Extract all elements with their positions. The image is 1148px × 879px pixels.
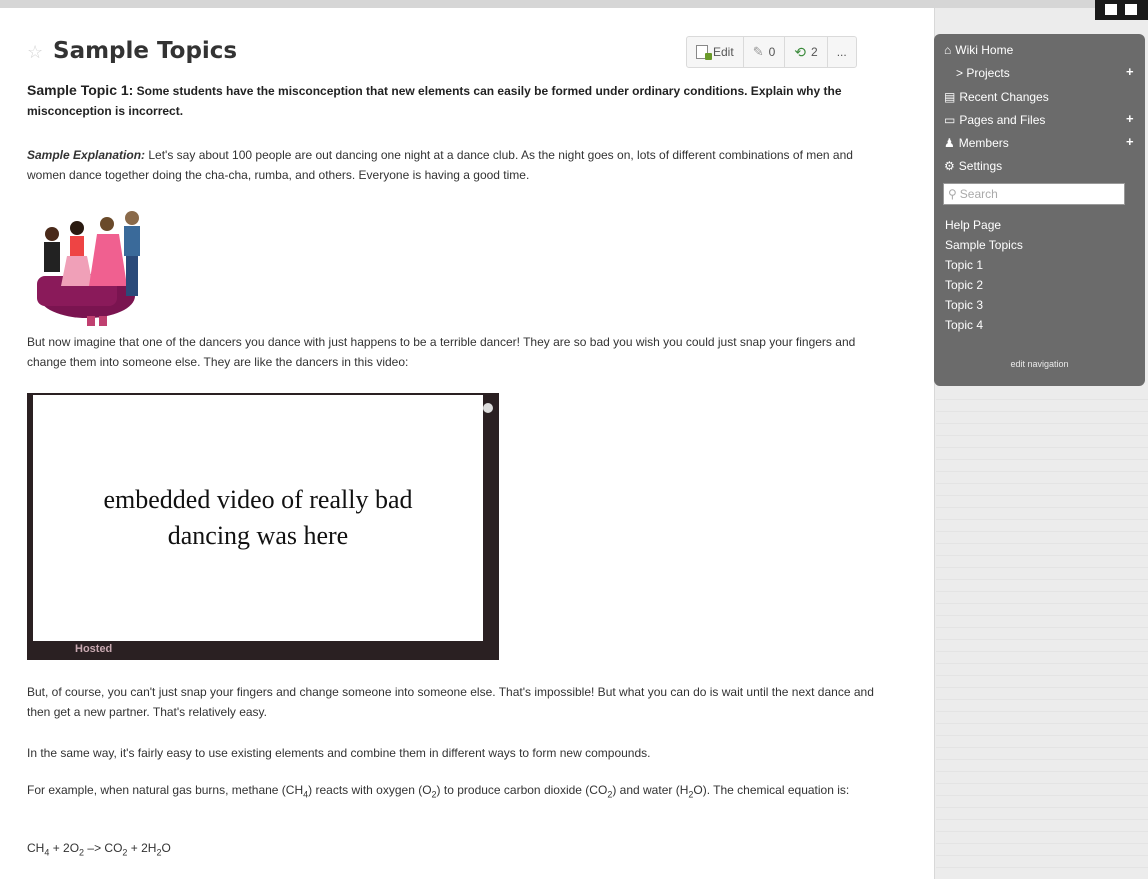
- dancers-clipart-image: [37, 211, 140, 326]
- home-icon: ⌂: [944, 43, 952, 57]
- page-toolbar: Edit ✎ 0 ⟲ 2 ...: [686, 36, 857, 68]
- topic-label: Sample Topic 1:: [27, 82, 134, 98]
- paragraph-terrible-dancer: But now imagine that one of the dancers …: [27, 335, 856, 369]
- nav-link-topic-3[interactable]: Topic 3: [945, 298, 983, 312]
- more-actions-button[interactable]: ...: [828, 37, 856, 67]
- sidebar-item-recent-changes[interactable]: ▤ Recent Changes: [944, 90, 1049, 104]
- sample-explanation: Sample Explanation: Let's say about 100 …: [27, 145, 867, 185]
- explanation-text: Let's say about 100 people are out danci…: [27, 148, 853, 182]
- history-icon: ⟲: [794, 43, 807, 60]
- gear-icon: ⚙: [944, 159, 955, 173]
- page-title: Sample Topics: [53, 38, 238, 64]
- sidebar-item-label: Pages and Files: [959, 113, 1046, 127]
- sidebar-search-input[interactable]: ⚲ Search: [943, 183, 1125, 205]
- explanation-label: Sample Explanation:: [27, 148, 146, 162]
- more-label: ...: [836, 45, 847, 59]
- chemical-equation: CH4 + 2O2 –> CO2 + 2H2O: [27, 841, 171, 858]
- folder-icon: ▭: [944, 113, 956, 127]
- sidebar-item-label: Recent Changes: [959, 90, 1049, 104]
- video-placeholder-line1: embedded video of really bad: [103, 485, 413, 514]
- sidebar-item-label: > Projects: [956, 66, 1010, 80]
- sidebar-item-members[interactable]: ♟ Members: [944, 136, 1009, 150]
- edit-navigation-link[interactable]: edit navigation: [934, 359, 1145, 369]
- nav-link-topic-1[interactable]: Topic 1: [945, 258, 983, 272]
- pin-count: 0: [768, 45, 776, 59]
- sidebar-item-wiki-home[interactable]: ⌂ Wiki Home: [944, 43, 1013, 57]
- calendar-icon: ▤: [944, 90, 956, 104]
- topic-heading: Sample Topic 1: Some students have the m…: [27, 80, 867, 121]
- video-info-icon[interactable]: [483, 403, 493, 413]
- nav-link-help-page[interactable]: Help Page: [945, 218, 1001, 232]
- main-content-panel: ☆ Sample Topics Edit ✎ 0 ⟲ 2 ... Sample …: [0, 8, 935, 879]
- nav-link-topic-2[interactable]: Topic 2: [945, 278, 983, 292]
- topic-question: Sample Topic 1: Some students have the m…: [27, 80, 867, 121]
- nav-link-sample-topics[interactable]: Sample Topics: [945, 238, 1023, 252]
- search-placeholder: Search: [959, 187, 998, 201]
- sidebar-item-settings[interactable]: ⚙ Settings: [944, 159, 1002, 173]
- wiki-sidebar: ⌂ Wiki Home > Projects + ▤ Recent Change…: [934, 34, 1145, 386]
- sidebar-item-label: Settings: [958, 159, 1003, 173]
- paragraph-snap-fingers: But, of course, you can't just snap your…: [27, 685, 874, 719]
- members-icon: ♟: [944, 136, 955, 150]
- browser-top-strip: [0, 0, 1148, 8]
- topic-question-text: Some students have the misconception tha…: [27, 84, 842, 118]
- edit-button[interactable]: Edit: [687, 37, 744, 67]
- paragraph-same-way: In the same way, it's fairly easy to use…: [27, 746, 651, 760]
- revisions-button[interactable]: ⟲ 2: [785, 37, 828, 67]
- edit-page-icon: [696, 45, 712, 60]
- edit-button-label: Edit: [713, 45, 734, 59]
- sidebar-background: [936, 390, 1148, 879]
- add-project-icon[interactable]: +: [1126, 64, 1134, 79]
- account-menu-icon[interactable]: [1095, 0, 1148, 20]
- favorite-star-icon[interactable]: ☆: [27, 42, 43, 63]
- search-icon: ⚲: [948, 187, 957, 201]
- video-placeholder-line2: dancing was here: [167, 521, 349, 550]
- add-page-icon[interactable]: +: [1126, 111, 1134, 126]
- sidebar-item-pages-and-files[interactable]: ▭ Pages and Files: [944, 113, 1045, 127]
- video-hosted-label: Hosted: [75, 643, 113, 655]
- sidebar-item-projects[interactable]: > Projects: [956, 66, 1010, 80]
- paragraph-example: For example, when natural gas burns, met…: [27, 783, 850, 800]
- add-member-icon[interactable]: +: [1126, 134, 1134, 149]
- video-embed[interactable]: embedded video of really bad dancing was…: [27, 393, 499, 660]
- sidebar-item-label: Wiki Home: [955, 43, 1014, 57]
- paperclip-icon: ✎: [752, 44, 764, 59]
- sidebar-item-label: Members: [958, 136, 1009, 150]
- nav-link-topic-4[interactable]: Topic 4: [945, 318, 983, 332]
- pin-count-button[interactable]: ✎ 0: [744, 37, 786, 67]
- revisions-count: 2: [811, 45, 818, 59]
- video-placeholder: embedded video of really bad dancing was…: [33, 395, 483, 641]
